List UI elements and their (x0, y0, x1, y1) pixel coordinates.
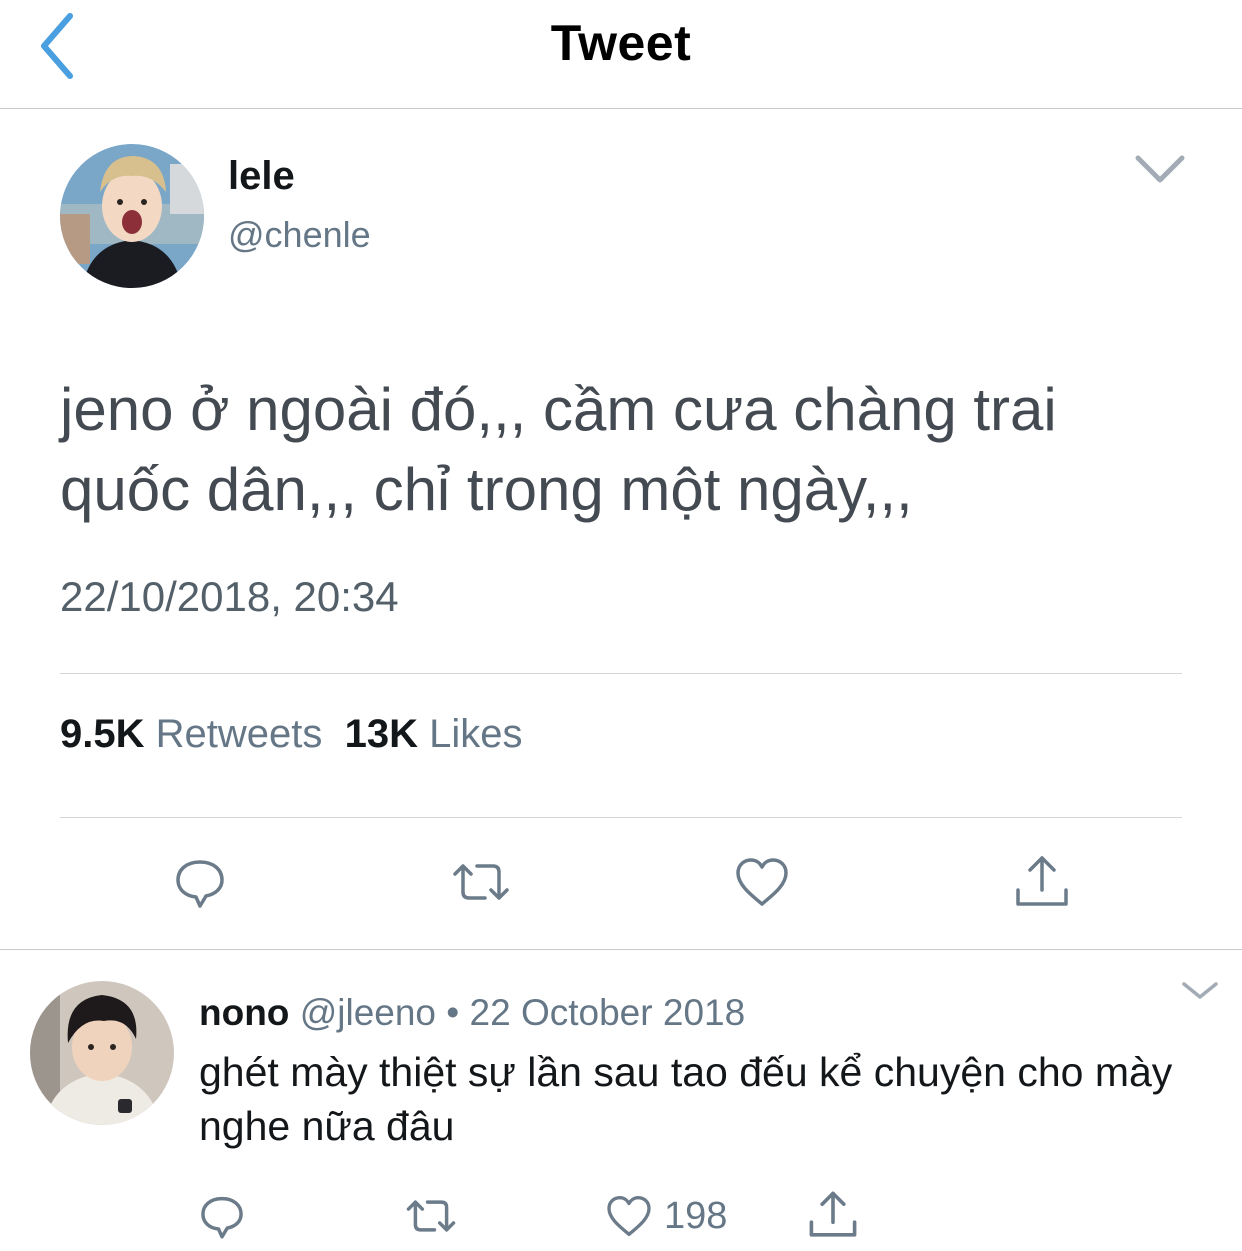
likes-stat[interactable]: 13K Likes (345, 712, 523, 756)
reply-retweet-button[interactable] (403, 1190, 459, 1242)
reply-share-button[interactable] (806, 1188, 860, 1240)
chevron-down-icon (1182, 982, 1218, 999)
like-button[interactable] (732, 852, 792, 912)
reply-header: nono @jleeno • 22 October 2018 (199, 992, 745, 1034)
reply-text: ghét mày thiệt sự lần sau tao đếu kể chu… (199, 1049, 1173, 1149)
retweet-icon (406, 1200, 456, 1232)
retweets-count: 9.5K (60, 712, 145, 756)
reply-button[interactable] (170, 852, 230, 912)
retweet-button[interactable] (451, 852, 511, 912)
divider (0, 949, 1242, 950)
tweet-text: jeno ở ngoài đó,,, cầm cưa chàng trai qu… (60, 376, 1057, 523)
like-count: 198 (664, 1194, 728, 1237)
share-icon (1016, 856, 1068, 906)
divider (60, 817, 1182, 818)
tweet-timestamp: 22/10/2018, 20:34 (60, 573, 399, 620)
share-button[interactable] (1012, 852, 1072, 912)
reply-icon (201, 1196, 243, 1239)
reply-author-name[interactable]: nono (199, 992, 289, 1033)
reply-author-handle[interactable]: @jleeno (300, 992, 436, 1033)
reply-options-button[interactable] (1180, 980, 1220, 1002)
tweet-options-button[interactable] (1134, 152, 1186, 186)
author-name[interactable]: lele (228, 154, 295, 199)
reply-like-button[interactable]: 198 (604, 1190, 744, 1242)
likes-label: Likes (429, 712, 523, 756)
avatar[interactable] (30, 981, 174, 1125)
engagement-stats: 9.5K Retweets 13K Likes (60, 712, 523, 757)
retweet-icon (453, 864, 509, 900)
page-title: Tweet (550, 15, 692, 71)
divider (60, 673, 1182, 674)
avatar[interactable] (60, 144, 204, 288)
retweets-label: Retweets (155, 712, 323, 756)
separator-dot: • (446, 992, 460, 1033)
chevron-down-icon (1135, 155, 1185, 183)
reply-reply-button[interactable] (196, 1190, 248, 1242)
likes-count: 13K (344, 712, 418, 756)
retweets-stat[interactable]: 9.5K Retweets (60, 712, 322, 756)
heart-icon (736, 858, 788, 906)
author-handle[interactable]: @chenle (228, 214, 371, 256)
heart-icon (607, 1196, 651, 1236)
share-icon (809, 1191, 857, 1237)
reply-date: 22 October 2018 (469, 992, 746, 1033)
reply-icon (176, 860, 224, 908)
